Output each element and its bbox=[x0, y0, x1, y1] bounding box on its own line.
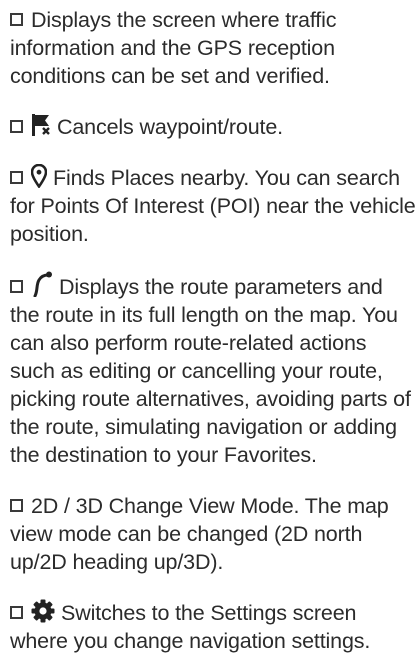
traffic-gps-text: Displays the screen where traffic inform… bbox=[10, 8, 337, 88]
route-path-icon bbox=[31, 271, 53, 297]
traffic-gps-paragraph: Displays the screen where traffic inform… bbox=[10, 6, 417, 90]
square-bullet-icon bbox=[10, 499, 23, 512]
cancel-route-text: Cancels waypoint/route. bbox=[57, 115, 284, 139]
manual-page: Displays the screen where traffic inform… bbox=[0, 0, 417, 653]
waypoint-flag-cancel-icon bbox=[31, 113, 51, 137]
square-bullet-icon bbox=[10, 280, 23, 293]
map-pin-icon bbox=[31, 164, 47, 188]
square-bullet-icon bbox=[10, 13, 23, 26]
find-places-text: Finds Places nearby. You can search for … bbox=[10, 166, 416, 246]
view-mode-text: 2D / 3D Change View Mode. The map view m… bbox=[10, 494, 389, 574]
cancel-route-paragraph: Cancels waypoint/route. bbox=[10, 113, 417, 141]
route-parameters-text: Displays the route parameters and the ro… bbox=[10, 275, 411, 467]
route-parameters-paragraph: Displays the route parameters and the ro… bbox=[10, 271, 417, 469]
view-mode-paragraph: 2D / 3D Change View Mode. The map view m… bbox=[10, 492, 417, 576]
square-bullet-icon bbox=[10, 606, 23, 619]
settings-text: Switches to the Settings screen where yo… bbox=[10, 601, 371, 653]
square-bullet-icon bbox=[10, 120, 23, 133]
find-places-paragraph: Finds Places nearby. You can search for … bbox=[10, 164, 417, 248]
settings-gear-icon bbox=[31, 599, 55, 623]
square-bullet-icon bbox=[10, 171, 23, 184]
settings-paragraph: Switches to the Settings screen where yo… bbox=[10, 599, 417, 655]
